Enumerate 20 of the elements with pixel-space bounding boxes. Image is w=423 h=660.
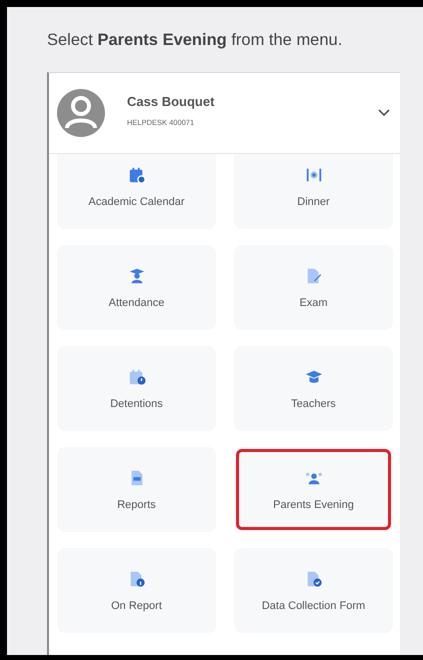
- document-pencil-icon: [304, 266, 322, 284]
- avatar-icon: [57, 89, 105, 137]
- user-name: Cass Bouquet: [127, 94, 216, 108]
- menu-tile[interactable]: Data Collection Form: [234, 548, 393, 633]
- calendar-icon: [128, 166, 146, 184]
- document-check-icon: [304, 570, 322, 588]
- calendar-alert-icon: [128, 368, 146, 386]
- document-info-icon: [128, 570, 146, 588]
- instruction-text: Select Parents Evening from the menu.: [47, 31, 344, 50]
- chevron-down-icon[interactable]: [378, 109, 390, 117]
- menu-tile[interactable]: Attendance: [57, 245, 216, 330]
- menu-tile[interactable]: Parents Evening: [234, 447, 393, 532]
- menu-tile[interactable]: Detentions: [57, 346, 216, 431]
- menu-tile[interactable]: Teachers: [234, 346, 393, 431]
- menu-tile[interactable]: On Report: [57, 548, 216, 633]
- graduate-icon: [128, 266, 146, 284]
- menu-tile[interactable]: Academic Calendar: [57, 154, 216, 229]
- menu-tile[interactable]: Exam: [234, 245, 393, 330]
- menu-tile[interactable]: Dinner: [234, 154, 393, 229]
- menu-tile[interactable]: Reports: [57, 447, 216, 532]
